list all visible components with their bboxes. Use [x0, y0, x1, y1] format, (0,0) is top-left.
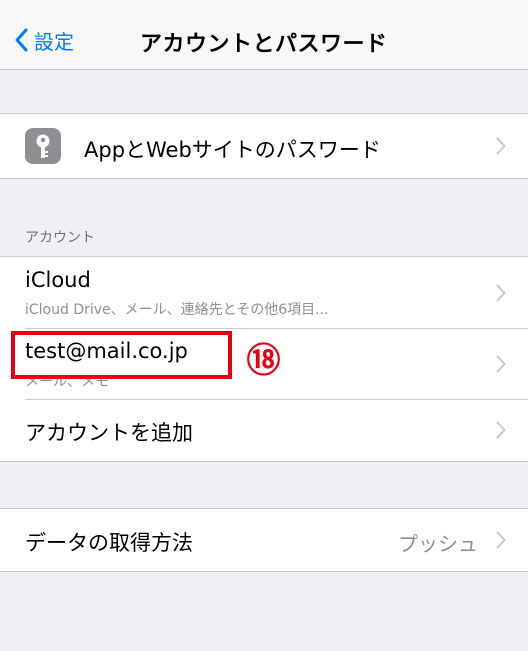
fetch-group: データの取得方法 プッシュ — [0, 508, 528, 572]
chevron-left-icon — [15, 28, 28, 52]
account-services: iCloud Drive、メール、連絡先とその他6項目... — [25, 302, 329, 318]
app-website-passwords-row[interactable]: AppとWebサイトのパスワード — [0, 114, 528, 178]
accounts-section-header: アカウント — [25, 230, 95, 246]
fetch-new-data-label: データの取得方法 — [25, 531, 193, 555]
fetch-mode-value: プッシュ — [398, 532, 478, 556]
annotation-highlight-box — [11, 331, 232, 379]
passwords-group: AppとWebサイトのパスワード — [0, 113, 528, 179]
fetch-new-data-row[interactable]: データの取得方法 プッシュ — [0, 509, 528, 571]
back-button-label: 設定 — [34, 29, 74, 54]
chevron-right-icon — [496, 355, 506, 373]
account-name: iCloud — [25, 268, 91, 292]
add-account-row[interactable]: アカウントを追加 — [0, 399, 528, 461]
chevron-right-icon — [496, 421, 506, 439]
chevron-right-icon — [496, 137, 506, 155]
navigation-bar: 設定 アカウントとパスワード — [0, 0, 528, 70]
add-account-label: アカウントを追加 — [25, 421, 193, 445]
back-button[interactable]: 設定 — [14, 24, 74, 56]
account-row-icloud[interactable]: iCloud iCloud Drive、メール、連絡先とその他6項目... — [0, 257, 528, 328]
page-title: アカウントとパスワード — [140, 32, 388, 57]
key-icon — [25, 128, 61, 164]
annotation-step-number: ⑱ — [246, 341, 281, 380]
chevron-right-icon — [496, 531, 506, 549]
chevron-right-icon — [496, 284, 506, 302]
app-website-passwords-label: AppとWebサイトのパスワード — [84, 138, 381, 162]
